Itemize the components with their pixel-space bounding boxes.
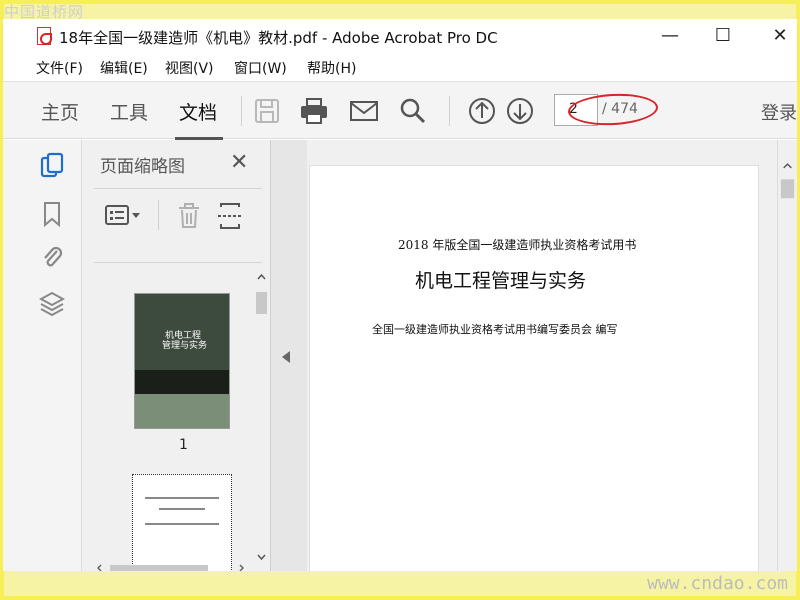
menu-view[interactable]: 视图(V): [165, 58, 214, 78]
panel-collapse-strip[interactable]: [271, 140, 307, 571]
menu-edit[interactable]: 编辑(E): [100, 58, 148, 78]
toolbar: 主页 工具 文档 2 / 474 登录: [3, 81, 797, 140]
login-button[interactable]: 登录: [761, 99, 797, 125]
bookmark-icon[interactable]: [39, 200, 65, 228]
acrobat-window: 18年全国一级建造师《机电》教材.pdf - Adobe Acrobat Pro…: [3, 19, 797, 571]
page-down-icon[interactable]: [505, 96, 535, 126]
panel-horizontal-scrollbar[interactable]: [96, 564, 246, 571]
menu-window[interactable]: 窗口(W): [234, 58, 287, 78]
save-icon[interactable]: [252, 96, 282, 126]
document-edition-line: 2018 年版全国一级建造师执业资格考试用书: [398, 238, 637, 252]
panel-vertical-scrollbar[interactable]: [255, 272, 268, 562]
toolbar-separator: [241, 96, 242, 126]
minimize-button[interactable]: —: [655, 25, 685, 47]
page-thumbnails-panel: 页面缩略图 ✕ 机电工程 管理与实务 1: [81, 140, 271, 571]
panel-tool-separator: [158, 200, 159, 230]
page-thumbnail-2[interactable]: [132, 474, 232, 571]
pdf-page: 2018 年版全国一级建造师执业资格考试用书 机电工程管理与实务 全国一级建造师…: [309, 165, 759, 571]
panel-title: 页面缩略图: [100, 157, 185, 177]
page-thumbnail-1[interactable]: 机电工程 管理与实务: [134, 293, 230, 429]
thumbnail-text-line: [159, 508, 205, 510]
thumbnail-title-line2: 管理与实务: [162, 341, 208, 351]
maximize-button[interactable]: ☐: [708, 25, 738, 47]
panel-divider: [94, 188, 262, 189]
document-editor-line: 全国一级建造师执业资格考试用书编写委员会 编写: [372, 323, 618, 336]
attachment-icon[interactable]: [39, 244, 65, 272]
layers-icon[interactable]: [39, 290, 65, 318]
document-view[interactable]: 2018 年版全国一级建造师执业资格考试用书 机电工程管理与实务 全国一级建造师…: [307, 140, 777, 571]
tab-home[interactable]: 主页: [41, 98, 79, 125]
menu-file[interactable]: 文件(F): [36, 58, 83, 78]
thumbnail-text-line: [145, 523, 219, 525]
print-icon[interactable]: [299, 96, 329, 126]
search-icon[interactable]: [398, 96, 428, 126]
thumbnail-text-line: [145, 497, 219, 499]
menu-help[interactable]: 帮助(H): [307, 58, 356, 78]
panel-divider: [94, 262, 262, 263]
document-title: 机电工程管理与实务: [415, 270, 587, 292]
close-button[interactable]: ✕: [765, 25, 795, 47]
mail-icon[interactable]: [349, 96, 379, 126]
window-title: 18年全国一级建造师《机电》教材.pdf - Adobe Acrobat Pro…: [59, 29, 498, 47]
page-thumbnails-icon[interactable]: [39, 152, 65, 180]
extract-page-icon[interactable]: [216, 202, 246, 230]
delete-page-icon[interactable]: [174, 202, 204, 230]
pdf-app-icon: [37, 27, 52, 45]
navigation-rail: [3, 140, 81, 571]
cover-image-lower: [135, 394, 229, 428]
collapse-arrow-icon[interactable]: [282, 351, 290, 363]
tab-document[interactable]: 文档: [179, 98, 217, 125]
toolbar-separator: [449, 96, 450, 126]
thumbnail-page-number: 1: [179, 437, 188, 453]
tab-tools[interactable]: 工具: [110, 98, 148, 125]
page-up-icon[interactable]: [467, 96, 497, 126]
watermark-bottom-right: www.cndao.com: [647, 573, 788, 594]
document-vertical-scrollbar[interactable]: [777, 140, 797, 571]
panel-close-button[interactable]: ✕: [230, 150, 248, 175]
thumbnail-options-icon[interactable]: [104, 202, 144, 230]
menu-bar: 文件(F) 编辑(E) 视图(V) 窗口(W) 帮助(H): [3, 55, 797, 79]
title-bar: 18年全国一级建造师《机电》教材.pdf - Adobe Acrobat Pro…: [3, 19, 797, 53]
